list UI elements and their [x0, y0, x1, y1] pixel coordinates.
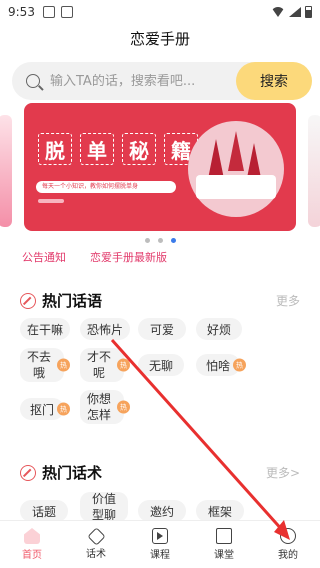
signal-icon [289, 7, 301, 17]
banner-prev-peek[interactable] [0, 115, 12, 227]
phrase-chip[interactable]: 无聊 [138, 354, 184, 376]
banner-subtitle: 每天一个小知识，教你如何摆脱单身 [36, 181, 176, 193]
tactic-chip[interactable]: 邀约 [138, 500, 186, 522]
chip-label: 不去哦 [26, 350, 51, 380]
chip-label: 可爱 [149, 322, 174, 337]
banner-char: 脱 [38, 133, 72, 165]
hot-badge: 热 [57, 358, 70, 372]
phrase-chip[interactable]: 怕啥 热 [196, 354, 246, 376]
hot-phrases-header: 热门话语 更多 [20, 290, 300, 311]
nav-courses[interactable]: 课程 [128, 521, 192, 568]
more-link[interactable]: 更多> [266, 464, 300, 481]
more-link[interactable]: 更多 [276, 292, 300, 309]
chip-label: 邀约 [149, 504, 174, 519]
phrase-chip[interactable]: 不去哦 热 [20, 348, 70, 382]
section-title: 热门话术 [42, 464, 103, 482]
search-icon [26, 74, 40, 88]
hot-badge: 热 [117, 358, 130, 372]
nav-label: 课堂 [214, 550, 234, 561]
latest-version-link[interactable]: 恋爱手册最新版 [90, 249, 167, 265]
nav-label: 我的 [278, 550, 298, 561]
phrase-chip[interactable]: 在干嘛 [20, 318, 70, 340]
hot-badge: 热 [57, 402, 70, 416]
banner-slide[interactable]: 脱 单 秘 籍 每天一个小知识，教你如何摆脱单身 [24, 103, 296, 231]
chip-label: 在干嘛 [26, 322, 63, 337]
tactic-chip[interactable]: 价值型聊 [80, 492, 128, 522]
search-button[interactable]: 搜索 [236, 62, 312, 100]
status-time: 9:53 [8, 5, 35, 19]
phrase-chip[interactable]: 可爱 [138, 318, 186, 340]
phrase-chip[interactable]: 才不呢 热 [80, 348, 130, 382]
no-entry-icon [20, 464, 36, 481]
nav-home[interactable]: 首页 [0, 521, 64, 568]
chip-label: 好烦 [206, 322, 231, 337]
chip-label: 价值型聊 [91, 492, 116, 522]
banner-char: 秘 [122, 133, 156, 165]
wifi-icon [271, 7, 285, 17]
notice-links: 公告通知 恋爱手册最新版 [22, 249, 167, 265]
tag-icon [86, 526, 106, 546]
nav-label: 话术 [86, 548, 106, 560]
no-entry-icon [20, 292, 36, 309]
chip-label: 框架 [207, 504, 232, 519]
nav-classroom[interactable]: 课堂 [192, 521, 256, 568]
phrase-chip[interactable]: 好烦 [196, 318, 242, 340]
pager-dot-active[interactable] [170, 238, 176, 243]
tactic-chip[interactable]: 话题 [20, 500, 68, 522]
nav-label: 课程 [150, 550, 170, 561]
chip-label: 恐怖片 [86, 322, 123, 337]
chip-label: 抠门 [29, 402, 54, 417]
status-indicators [271, 6, 312, 18]
phrase-chip[interactable]: 恐怖片 [80, 318, 130, 340]
hot-badge: 热 [233, 358, 246, 372]
notice-link[interactable]: 公告通知 [22, 249, 66, 265]
search-bar: 搜索 [12, 62, 312, 100]
play-icon [152, 528, 168, 544]
notification-icon [60, 6, 73, 18]
chip-label: 怕啥 [205, 358, 230, 373]
page-title: 恋爱手册 [129, 30, 190, 48]
pager-dot[interactable] [144, 238, 150, 243]
phrase-chip[interactable]: 抠门 热 [20, 398, 70, 420]
chip-label: 无聊 [148, 358, 173, 373]
notification-icon [42, 6, 55, 18]
banner-title: 脱 单 秘 籍 [38, 133, 198, 165]
status-bar: 9:53 [0, 0, 320, 24]
tactic-chip[interactable]: 框架 [196, 500, 244, 522]
battery-icon [305, 6, 312, 18]
user-icon [280, 528, 296, 544]
bottom-nav: 首页 话术 课程 课堂 我的 [0, 520, 320, 568]
tree-illustration [208, 139, 224, 179]
chip-label: 话题 [31, 504, 56, 519]
chip-label: 才不呢 [86, 350, 111, 380]
hot-tactics-header: 热门话术 更多> [20, 462, 300, 483]
banner-char: 单 [80, 133, 114, 165]
banner-decoration [38, 199, 64, 203]
chip-label: 你想怎样 [86, 392, 111, 422]
hot-badge: 热 [117, 400, 130, 414]
carousel-pager [0, 238, 320, 243]
book-illustration [196, 175, 276, 199]
tree-illustration [228, 131, 244, 171]
nav-tactics[interactable]: 话术 [64, 521, 128, 568]
pager-dot[interactable] [157, 238, 163, 243]
phrase-chip[interactable]: 你想怎样 热 [80, 390, 130, 424]
section-title: 热门话语 [42, 292, 103, 310]
banner-next-peek[interactable] [308, 115, 320, 227]
banner-carousel[interactable]: 脱 单 秘 籍 每天一个小知识，教你如何摆脱单身 [0, 103, 320, 233]
home-icon [24, 528, 40, 544]
class-icon [216, 528, 232, 544]
nav-mine[interactable]: 我的 [256, 521, 320, 568]
nav-label: 首页 [22, 550, 42, 561]
